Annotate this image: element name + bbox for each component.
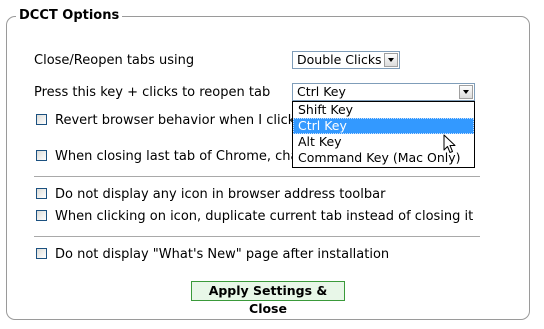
chevron-down-icon[interactable] [384,53,398,67]
reopen-key-label: Press this key + clicks to reopen tab [34,85,271,100]
divider [34,236,480,238]
duplicate-checkbox[interactable] [36,210,47,221]
option-ctrl-key[interactable]: Ctrl Key [293,118,474,134]
reopen-key-value: Ctrl Key [297,84,346,99]
mouse-pointer-icon [443,134,456,153]
no-icon-label: Do not display any icon in browser addre… [55,187,386,202]
duplicate-label: When clicking on icon, duplicate current… [55,209,474,224]
whats-new-label: Do not display "What's New" page after i… [55,247,390,262]
no-icon-checkbox[interactable] [36,188,47,199]
last-tab-label: When closing last tab of Chrome, char [55,149,304,164]
last-tab-checkbox[interactable] [36,150,47,161]
revert-checkbox[interactable] [36,114,47,125]
revert-label: Revert browser behavior when I click [55,113,296,128]
close-reopen-value: Double Clicks [297,52,382,67]
close-reopen-select[interactable]: Double Clicks [292,51,400,69]
option-shift-key[interactable]: Shift Key [293,102,474,118]
panel-legend: DCCT Options [16,8,123,23]
reopen-key-select[interactable]: Ctrl Key [292,83,475,101]
whats-new-checkbox[interactable] [36,248,47,259]
divider [34,176,480,178]
apply-settings-button[interactable]: Apply Settings & Close [191,281,345,316]
close-reopen-label: Close/Reopen tabs using [34,53,195,68]
chevron-down-icon[interactable] [459,85,473,99]
